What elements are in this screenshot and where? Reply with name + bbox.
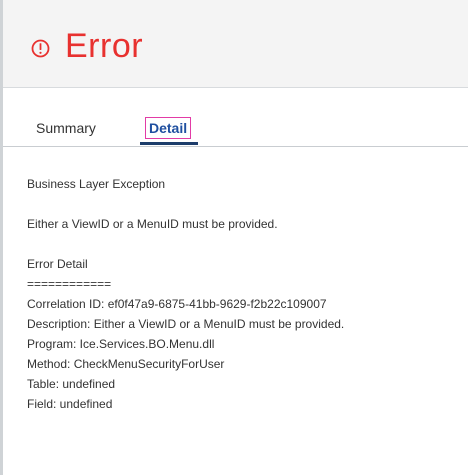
error-description: Description: Either a ViewID or a MenuID…	[27, 317, 345, 331]
active-tab-indicator	[140, 142, 198, 145]
page-title: Error	[65, 27, 144, 65]
tab-detail[interactable]: Detail	[145, 117, 192, 139]
error-circle-icon	[31, 39, 50, 58]
error-message: Either a ViewID or a MenuID must be prov…	[27, 217, 278, 231]
error-field: Field: undefined	[27, 397, 113, 411]
exception-type: Business Layer Exception	[27, 177, 166, 191]
dialog-header: Error	[3, 0, 468, 88]
error-program: Program: Ice.Services.BO.Menu.dll	[27, 337, 215, 351]
error-detail-heading: Error Detail	[27, 257, 88, 271]
tab-bar: Summary Detail	[3, 115, 468, 147]
error-dialog: Error Summary Detail Business Layer Exce…	[0, 0, 468, 475]
error-table: Table: undefined	[27, 377, 116, 391]
separator-line: ============	[27, 277, 112, 291]
correlation-id: Correlation ID: ef0f47a9-6875-41bb-9629-…	[27, 297, 327, 311]
error-detail-panel: Business Layer Exception Either a ViewID…	[27, 174, 457, 414]
error-method: Method: CheckMenuSecurityForUser	[27, 357, 225, 371]
tab-summary[interactable]: Summary	[36, 119, 96, 137]
